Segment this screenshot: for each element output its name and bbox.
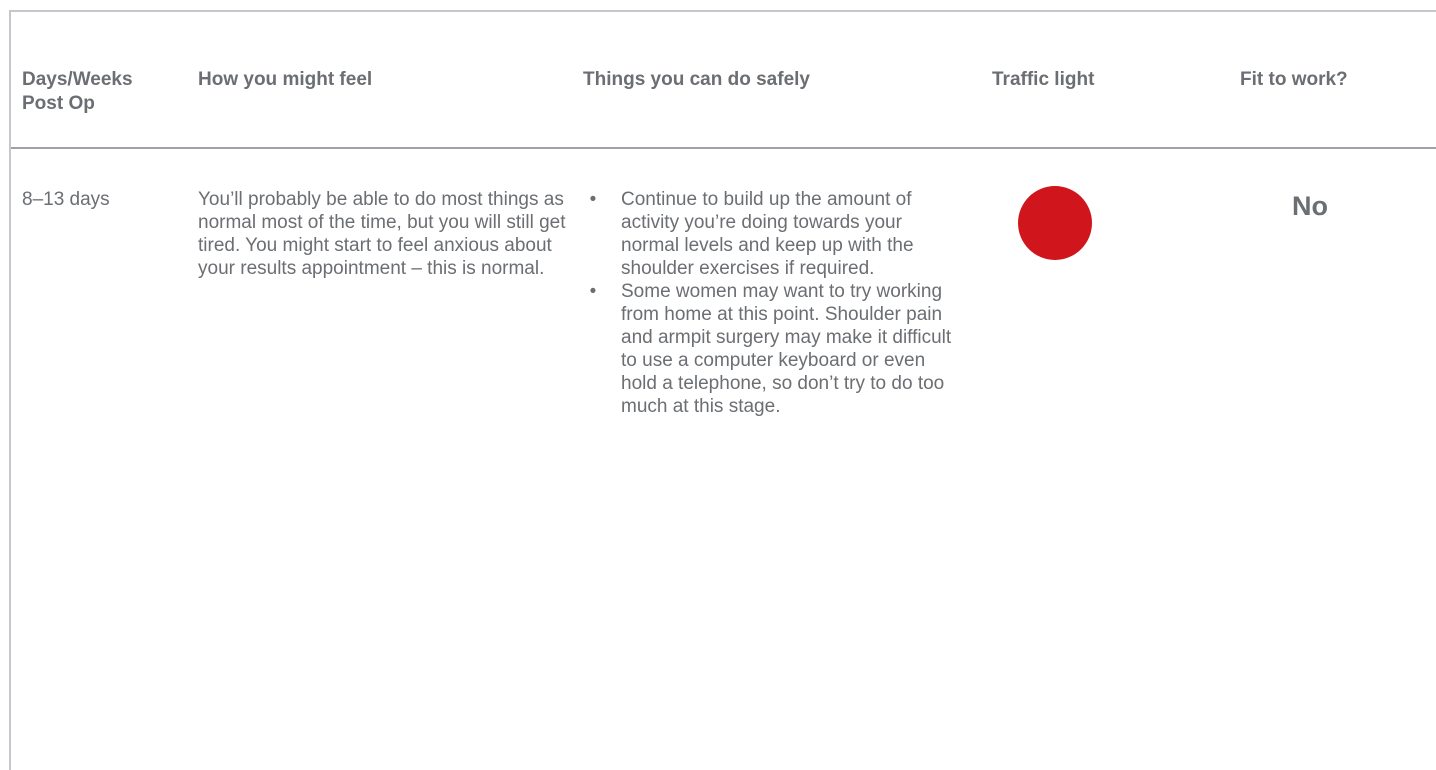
list-item: • Continue to build up the amount of act… bbox=[583, 188, 958, 280]
header-things-you-can-do: Things you can do safely bbox=[583, 69, 810, 90]
list-item: • Some women may want to try working fro… bbox=[583, 280, 958, 418]
traffic-light-red-icon bbox=[1018, 186, 1092, 260]
header-how-you-might-feel: How you might feel bbox=[198, 69, 373, 90]
bullet-icon: • bbox=[589, 281, 597, 302]
cell-how-you-might-feel: You’ll probably be able to do most thing… bbox=[198, 189, 566, 279]
bullet-icon: • bbox=[589, 189, 597, 210]
header-fit-to-work: Fit to work? bbox=[1240, 69, 1348, 90]
list-item-text: Continue to build up the amount of activ… bbox=[621, 189, 914, 279]
header-traffic-light: Traffic light bbox=[992, 69, 1095, 90]
cell-things-you-can-do-list: • Continue to build up the amount of act… bbox=[583, 188, 958, 418]
cell-fit-to-work: No bbox=[1292, 191, 1328, 221]
list-item-text: Some women may want to try working from … bbox=[621, 281, 952, 417]
cell-days: 8–13 days bbox=[22, 189, 110, 210]
header-divider bbox=[11, 147, 1436, 149]
header-days-weeks: Days/Weeks Post Op bbox=[22, 69, 133, 114]
